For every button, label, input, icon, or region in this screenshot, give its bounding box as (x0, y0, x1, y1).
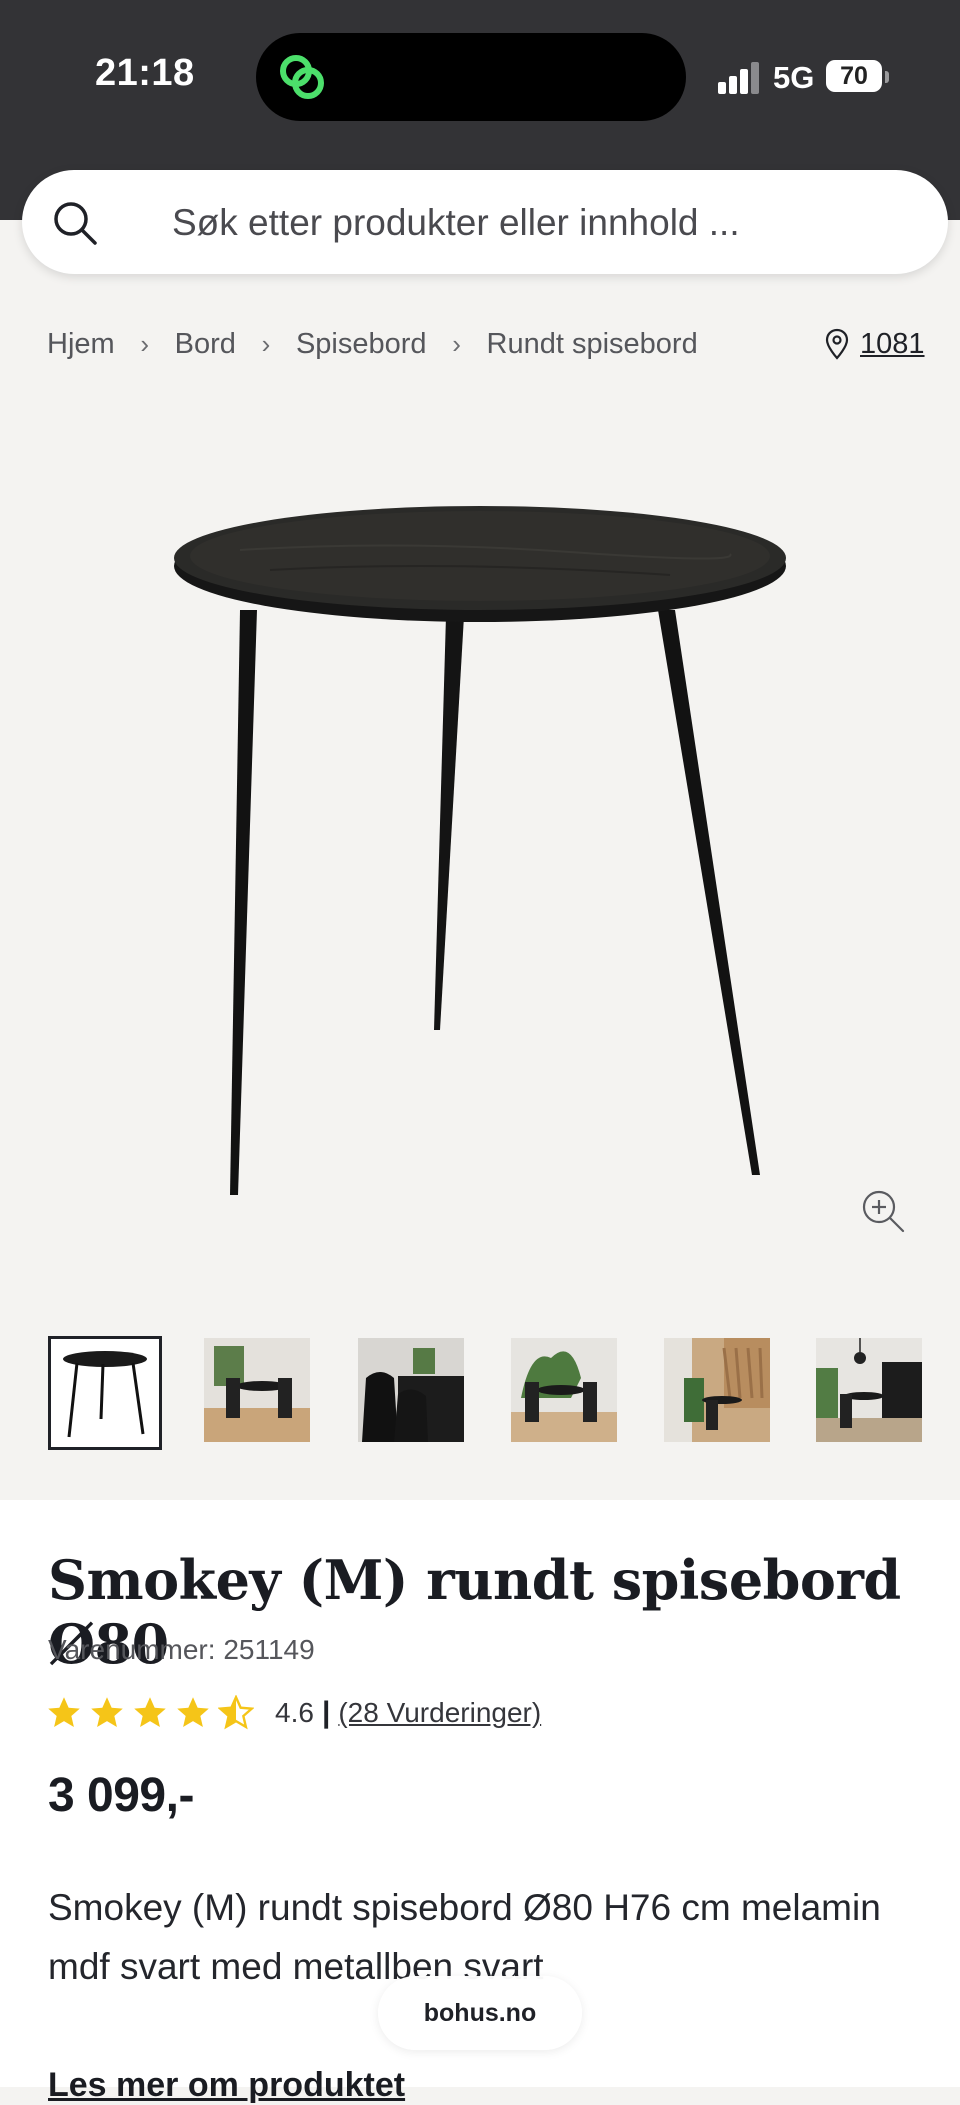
thumbnail-6[interactable] (816, 1338, 922, 1442)
breadcrumb-spisebord[interactable]: Spisebord (296, 328, 427, 361)
reviews-link[interactable]: (28 Vurderinger) (338, 1697, 541, 1729)
thumbnail-dining-icon (511, 1338, 617, 1442)
star-icon (91, 1697, 123, 1727)
thumbnail-1[interactable] (48, 1336, 162, 1450)
product-rating: 4.6 | (28 Vurderinger) (46, 1690, 541, 1736)
store-selector[interactable]: 1081 (824, 324, 925, 364)
battery-tip (885, 71, 889, 83)
thumbnail-5[interactable] (664, 1338, 770, 1442)
chevron-right-icon: › (140, 328, 149, 359)
rating-score: 4.6 (275, 1697, 314, 1728)
thumbnail-interior-icon (664, 1338, 770, 1442)
breadcrumb: Hjem › Bord › Spisebord › Rundt spisebor… (47, 324, 698, 364)
zoom-in-icon[interactable] (860, 1188, 906, 1234)
product-image[interactable] (150, 480, 810, 1220)
thumbnail-3[interactable] (358, 1338, 464, 1442)
store-number-link[interactable]: 1081 (860, 328, 925, 361)
half-star-icon (218, 1695, 254, 1730)
chevron-right-icon: › (261, 328, 271, 359)
network-label: 5G (773, 60, 815, 95)
rating-divider: | (321, 1696, 331, 1729)
search-bar[interactable] (22, 170, 948, 274)
signal-icon (718, 62, 759, 94)
read-more-link[interactable]: Les mer om produktet (48, 2066, 405, 2105)
app-activity-icon (280, 55, 324, 99)
thumbnail-2[interactable] (204, 1338, 310, 1442)
breadcrumb-home[interactable]: Hjem (47, 328, 115, 361)
dynamic-island (256, 33, 686, 121)
star-icon (177, 1697, 209, 1727)
status-time: 21:18 (95, 52, 195, 94)
search-icon[interactable] (52, 200, 98, 246)
product-sku: Varenummer: 251149 (48, 1634, 315, 1665)
star-icon (48, 1697, 80, 1727)
breadcrumb-rundt-spisebord[interactable]: Rundt spisebord (487, 328, 698, 361)
location-pin-icon (825, 328, 849, 360)
chevron-right-icon: › (452, 328, 461, 359)
rating-stars (46, 1695, 261, 1731)
thumbnail-scene-icon (816, 1338, 922, 1442)
thumbnail-chairs-icon (358, 1338, 464, 1442)
star-icon (134, 1697, 166, 1727)
thumbnail-4[interactable] (511, 1338, 617, 1442)
thumbnail-strip (48, 1336, 948, 1452)
battery-icon: 70 (826, 60, 882, 92)
product-price: 3 099,- (48, 1769, 194, 1822)
url-pill[interactable]: bohus.no (378, 1976, 582, 2050)
breadcrumb-bord[interactable]: Bord (175, 328, 236, 361)
search-input[interactable] (170, 192, 914, 254)
thumbnail-table-icon (63, 1351, 147, 1438)
thumbnail-room-icon (204, 1338, 310, 1442)
